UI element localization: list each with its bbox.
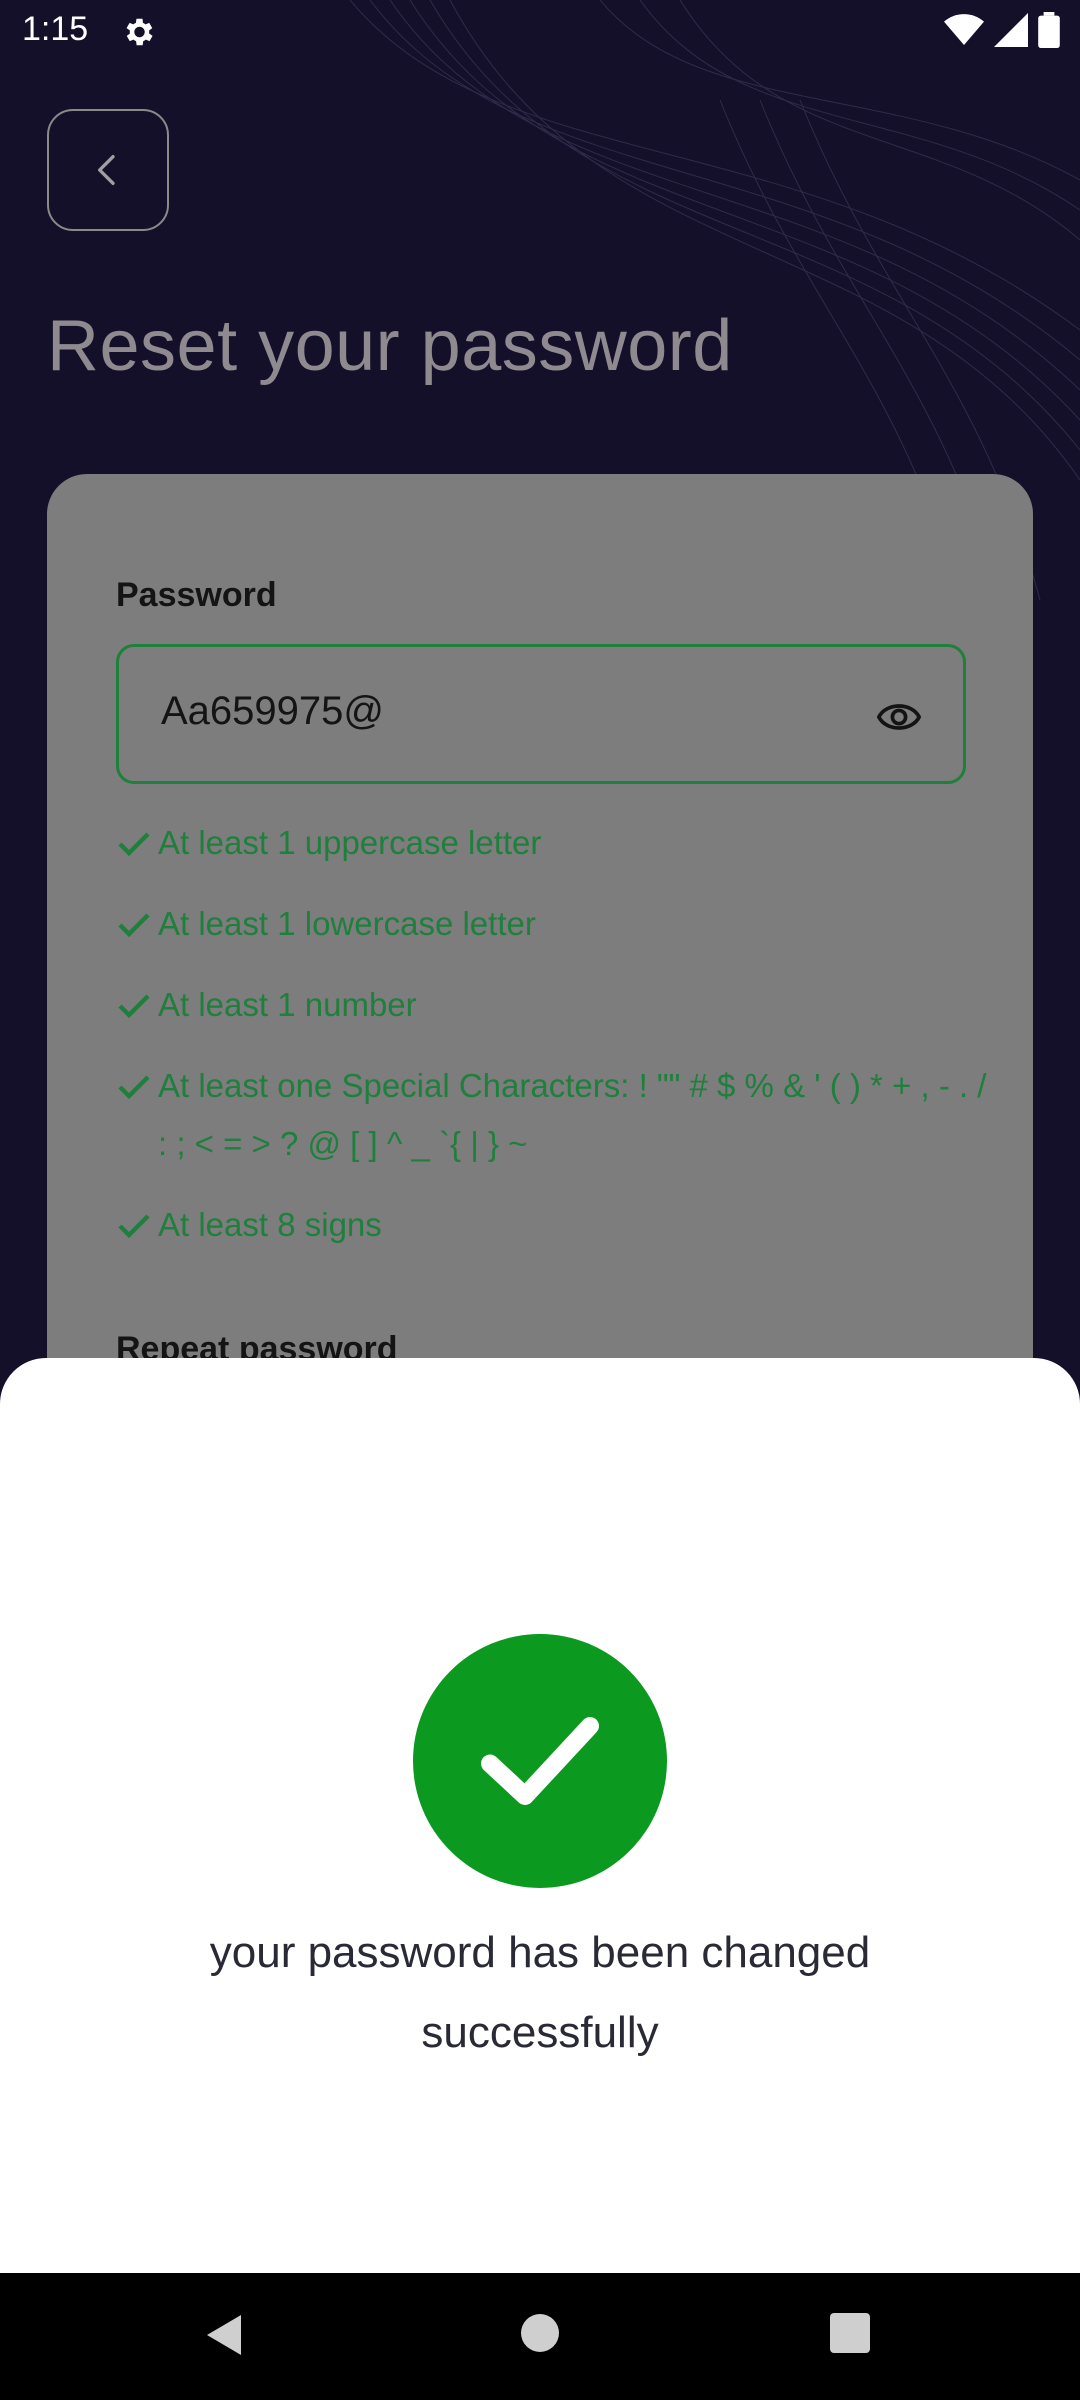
check-icon [118, 994, 150, 1018]
checkmark-icon [481, 1717, 599, 1805]
wifi-icon [944, 14, 984, 45]
check-icon [118, 913, 150, 937]
check-icon [118, 832, 150, 856]
rule-uppercase: At least 1 uppercase letter [116, 814, 996, 872]
rule-special-characters: At least one Special Characters: ! "" # … [116, 1057, 996, 1173]
password-label: Password [116, 576, 277, 614]
status-time: 1:15 [22, 10, 89, 48]
screen: 1:15 Reset your password Password Aa6599… [0, 0, 1080, 2400]
status-icons [944, 12, 1060, 48]
status-bar: 1:15 [0, 0, 1080, 64]
nav-recents-icon[interactable] [830, 2313, 870, 2353]
page-title: Reset your password [47, 306, 733, 386]
password-value: Aa659975@ [161, 689, 385, 733]
eye-icon[interactable] [877, 697, 921, 737]
navigation-bar [0, 2273, 1080, 2400]
check-icon [118, 1214, 150, 1238]
rule-text: At least 1 number [158, 986, 417, 1023]
password-rules: At least 1 uppercase letter At least 1 l… [116, 814, 996, 1277]
rule-length: At least 8 signs [116, 1196, 996, 1254]
back-button[interactable] [47, 109, 169, 231]
nav-home-icon[interactable] [520, 2313, 560, 2353]
check-icon [118, 1075, 150, 1099]
success-bottom-sheet: your password has been changed successfu… [0, 1358, 1080, 2273]
signal-icon [994, 13, 1028, 47]
rule-text: At least one Special Characters: ! "" # … [158, 1067, 987, 1162]
success-message: your password has been changed successfu… [209, 1928, 871, 2057]
rule-text: At least 1 lowercase letter [158, 905, 536, 942]
rule-number: At least 1 number [116, 976, 996, 1034]
check-circle-icon [413, 1634, 667, 1888]
reset-password-form: Password Aa659975@ At least 1 uppercase … [47, 474, 1033, 1474]
nav-back-icon[interactable] [205, 2313, 245, 2357]
rule-text: At least 8 signs [158, 1206, 382, 1243]
chevron-left-icon [98, 155, 115, 185]
password-field[interactable]: Aa659975@ [116, 644, 966, 784]
battery-icon [1038, 12, 1060, 48]
rule-text: At least 1 uppercase letter [158, 824, 542, 861]
rule-lowercase: At least 1 lowercase letter [116, 895, 996, 953]
gear-icon [126, 18, 153, 46]
